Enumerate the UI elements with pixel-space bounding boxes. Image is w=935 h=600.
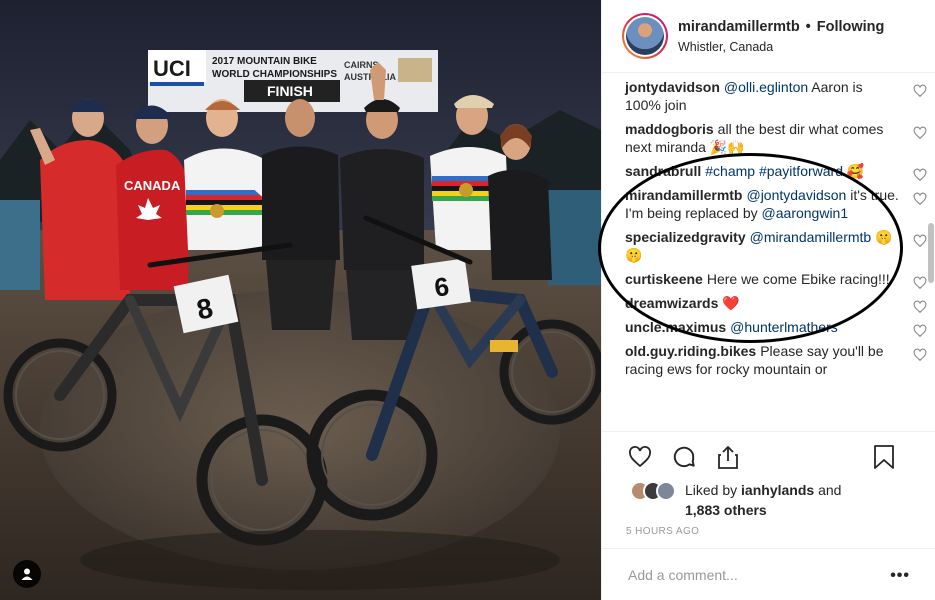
comment-item: curtiskeene Here we come Ebike racing!!! <box>625 270 927 290</box>
comment-item: sandrabrull #champ #payitforward 🥰 <box>625 162 927 182</box>
comment-item: old.guy.riding.bikes Please say you'll be… <box>625 342 927 378</box>
avatar[interactable] <box>622 13 668 59</box>
comment-item: maddogboris all the best dir what comes n… <box>625 120 927 156</box>
comment-username[interactable]: jontydavidson <box>625 79 720 95</box>
photo-scene: UCI 2017 MOUNTAIN BIKE WORLD CHAMPIONSHI… <box>0 0 601 600</box>
comment-item: specializedgravity @mirandamillermtb 🤫🤫 <box>625 228 927 264</box>
comment-button[interactable] <box>670 443 698 471</box>
person-icon <box>21 568 33 580</box>
comment-bubble-icon <box>673 446 695 467</box>
following-button[interactable]: Following <box>817 19 885 35</box>
like-comment-heart-icon[interactable] <box>913 324 927 338</box>
like-comment-heart-icon[interactable] <box>913 348 927 362</box>
uci-logo: UCI <box>153 56 191 81</box>
comment-text: ❤️ <box>722 295 740 311</box>
comment-mention[interactable]: @hunterlmathers <box>730 319 838 335</box>
comment-item: jontydavidson @olli.eglinton Aaron is 100… <box>625 78 927 114</box>
like-comment-heart-icon[interactable] <box>913 126 927 140</box>
comment-username[interactable]: old.guy.riding.bikes <box>625 343 756 359</box>
comments-scrollbar[interactable] <box>927 73 935 433</box>
liker-username[interactable]: ianhylands <box>741 482 814 498</box>
comment-username[interactable]: sandrabrull <box>625 163 701 179</box>
likes-conj: and <box>818 482 842 498</box>
more-options-icon[interactable]: ••• <box>890 567 910 585</box>
comment-item: mirandamillermtb @jontydavidson it's true… <box>625 186 927 222</box>
comment-mention[interactable]: @jontydavidson <box>746 187 846 203</box>
share-button[interactable] <box>714 443 742 471</box>
comment-username[interactable]: mirandamillermtb <box>625 187 742 203</box>
comment-hashtags[interactable]: #champ #payitforward <box>705 163 843 179</box>
comment-username[interactable]: curtiskeene <box>625 271 703 287</box>
author-username[interactable]: mirandamillermtb <box>678 19 800 35</box>
comment-item: uncle.maximus @hunterlmathers <box>625 318 927 338</box>
comment-username[interactable]: uncle.maximus <box>625 319 726 335</box>
heart-icon <box>629 445 651 467</box>
like-comment-heart-icon[interactable] <box>913 234 927 248</box>
post-timestamp[interactable]: 5 HOURS AGO <box>626 526 699 537</box>
location-link[interactable]: Whistler, Canada <box>678 40 884 54</box>
like-button[interactable] <box>626 443 654 471</box>
comment-mention[interactable]: @olli.eglinton <box>724 79 808 95</box>
likes-count[interactable]: 1,883 others <box>685 502 767 518</box>
like-comment-heart-icon[interactable] <box>913 300 927 314</box>
banner-line-2: WORLD CHAMPIONSHIPS <box>212 69 337 80</box>
comments-list[interactable]: jontydavidson @olli.eglinton Aaron is 100… <box>602 78 935 431</box>
user-tag-button[interactable] <box>13 560 41 588</box>
finish-text: FINISH <box>267 83 313 99</box>
comment-text: 🥰 <box>846 163 865 179</box>
post-header: mirandamillermtb • Following Whistler, C… <box>602 0 935 73</box>
add-comment-input[interactable] <box>628 566 868 583</box>
separator-dot: • <box>805 18 811 35</box>
like-comment-heart-icon[interactable] <box>913 84 927 98</box>
comment-item: dreamwizards ❤️ <box>625 294 927 314</box>
canada-shirt-text: CANADA <box>124 178 181 193</box>
save-button[interactable] <box>870 443 898 471</box>
likes-prefix: Liked by <box>685 482 738 498</box>
liker-avatars[interactable] <box>630 481 676 520</box>
comment-username[interactable]: specializedgravity <box>625 229 746 245</box>
like-comment-heart-icon[interactable] <box>913 192 927 206</box>
comment-username[interactable]: maddogboris <box>625 121 714 137</box>
comment-text: Here we come Ebike racing!!! <box>706 271 890 287</box>
avatar-image <box>626 17 664 55</box>
post-side-panel: mirandamillermtb • Following Whistler, C… <box>601 0 935 600</box>
post-actions <box>602 431 935 481</box>
banner-line-1: 2017 MOUNTAIN BIKE <box>212 56 317 67</box>
comment-mention[interactable]: @mirandamillermtb <box>750 229 872 245</box>
post-photo[interactable]: UCI 2017 MOUNTAIN BIKE WORLD CHAMPIONSHI… <box>0 0 601 600</box>
bookmark-icon <box>874 444 894 469</box>
like-comment-heart-icon[interactable] <box>913 168 927 182</box>
liker-avatar <box>656 481 676 501</box>
side-banner-2: AUSTRALIA <box>344 72 396 82</box>
scrollbar-thumb[interactable] <box>928 223 934 283</box>
share-icon <box>718 445 738 469</box>
comment-mention[interactable]: @aarongwin1 <box>762 205 849 221</box>
comment-username[interactable]: dreamwizards <box>625 295 718 311</box>
like-comment-heart-icon[interactable] <box>913 276 927 290</box>
likes-summary: Liked by ianhylands and 1,883 others <box>630 480 930 520</box>
add-comment-bar: ••• <box>602 548 935 600</box>
